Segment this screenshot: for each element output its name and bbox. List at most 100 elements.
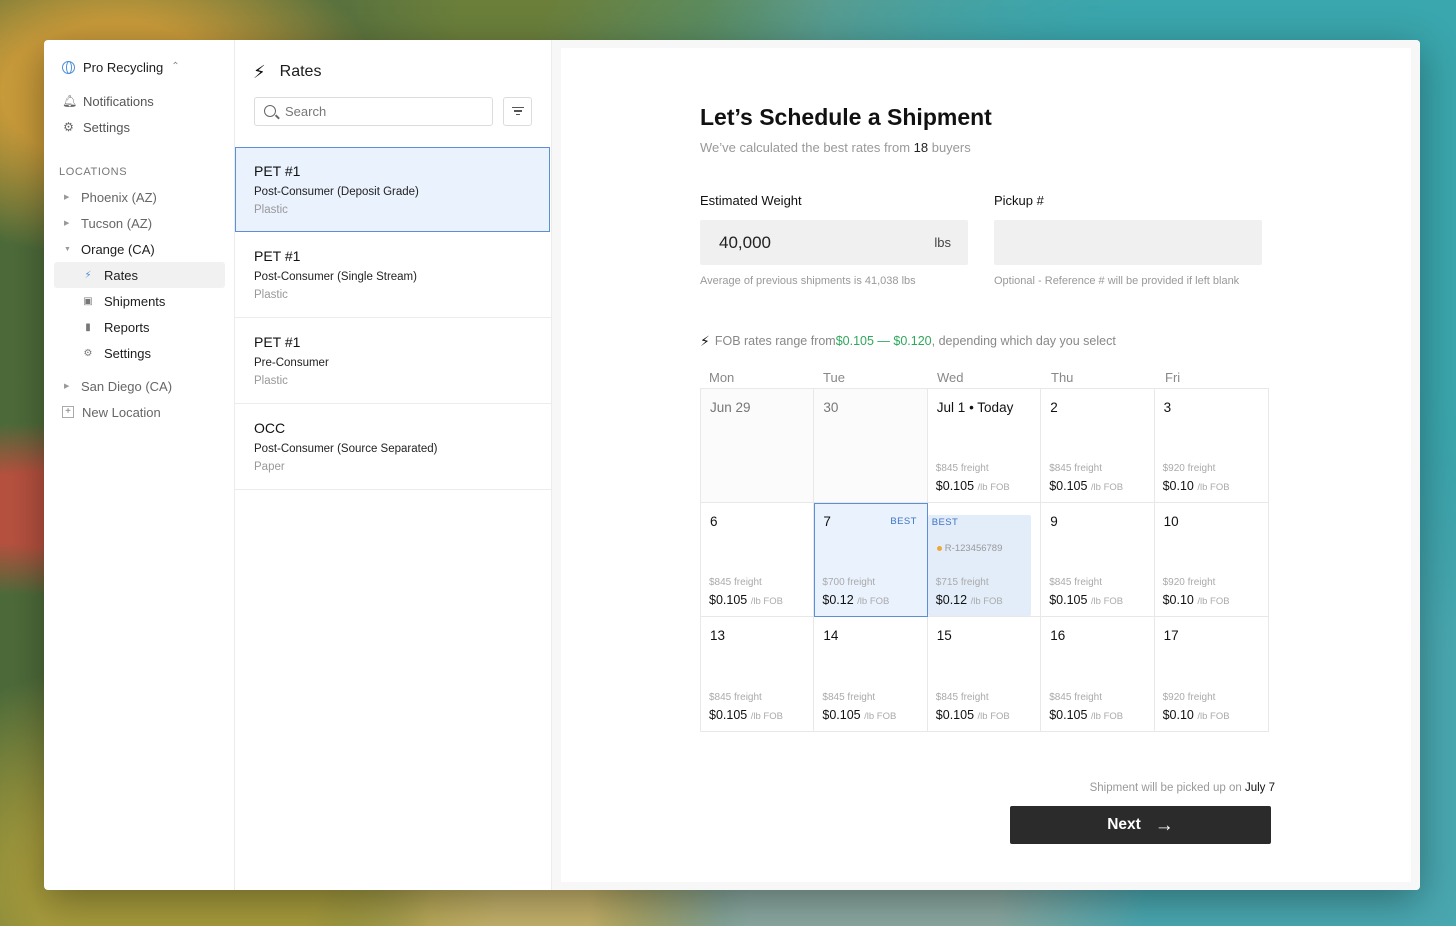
day-number: Jul 1 • Today <box>936 400 1014 415</box>
item-name: OCC <box>254 420 286 436</box>
calendar-day-cell[interactable]: 2 $845 freight $0.105 /lb FOB <box>1041 389 1155 503</box>
price-value: $0.12 <box>935 593 968 607</box>
price-unit: /lb FOB <box>1090 596 1124 607</box>
list-item[interactable]: PET #1 Post-Consumer (Single Stream) Pla… <box>235 232 551 318</box>
status-dot-icon <box>936 546 942 551</box>
price-value: $0.105 <box>709 708 748 722</box>
price-unit: /lb FOB <box>750 596 783 607</box>
price-unit: /lb FOB <box>1197 596 1230 607</box>
calendar-day-cell[interactable]: 8BESTR-123456789$715 freight$0.12 /lb FO… <box>927 503 1042 617</box>
filter-icon <box>511 106 524 109</box>
list-item[interactable]: OCC Post-Consumer (Source Separated) Pap… <box>235 404 551 490</box>
sidebar-item-label: Settings <box>104 345 151 361</box>
truck-icon: ▣ <box>83 295 93 307</box>
item-description: Post-Consumer (Single Stream) <box>254 271 417 283</box>
calendar-day-cell[interactable]: 7 BEST $700 freight $0.12 /lb FOB <box>814 503 928 617</box>
price-value: $0.105 <box>709 593 748 607</box>
price-unit: /lb FOB <box>750 711 783 722</box>
fob-price: $0.105 /lb FOB <box>1049 708 1123 722</box>
plus-icon: + <box>62 406 74 418</box>
pickup-field: Pickup # Optional - Reference # will be … <box>994 193 1262 287</box>
calendar-day-cell[interactable]: Jul 1 • Today $845 freight $0.105 /lb FOB <box>927 389 1042 503</box>
sidebar-item-reports[interactable]: ▮ Reports <box>54 314 225 340</box>
sidebar-item-shipments[interactable]: ▣ Shipments <box>54 288 225 314</box>
subtitle-text: buyers <box>928 140 971 155</box>
new-location-button[interactable]: + New Location <box>44 399 234 425</box>
weekday-label: Fri <box>1165 370 1181 385</box>
calendar-day-cell[interactable]: 15 $845 freight $0.105 /lb FOB <box>928 617 1042 731</box>
freight-cost: $845 freight <box>1049 692 1103 703</box>
weight-label: Estimated Weight <box>700 193 802 208</box>
pickup-note: Shipment will be picked up on July 7 <box>1090 782 1275 794</box>
price-value: $0.10 <box>1162 708 1194 722</box>
bolt-icon: ⚡︎ <box>700 332 710 349</box>
day-number: 15 <box>936 628 952 643</box>
weight-hint: Average of previous shipments is 41,038 … <box>700 275 916 287</box>
calendar-day-cell[interactable]: 3 $920 freight $0.10 /lb FOB <box>1154 389 1268 503</box>
chevron-updown-icon: ⌃ <box>171 61 180 72</box>
filter-icon-line <box>515 113 520 116</box>
freight-cost: $845 freight <box>709 692 762 703</box>
calendar-day-cell[interactable]: 14 $845 freight $0.105 /lb FOB <box>814 617 928 731</box>
pickup-note-text: Shipment will be picked up on <box>1089 782 1245 794</box>
location-tucson[interactable]: ▶ Tucson (AZ) <box>44 210 234 236</box>
caret-right-icon: ▶ <box>64 383 70 390</box>
calendar-day-cell[interactable]: 9 $845 freight $0.105 /lb FOB <box>1041 503 1155 617</box>
location-label: Phoenix (AZ) <box>81 189 157 205</box>
new-location-label: New Location <box>82 404 161 420</box>
calendar-day-cell: 30 <box>814 389 928 503</box>
location-orange[interactable]: ▼ Orange (CA) <box>44 236 234 262</box>
globe-icon <box>62 60 75 74</box>
location-san-diego[interactable]: ▶ San Diego (CA) <box>44 373 234 399</box>
location-phoenix[interactable]: ▶ Phoenix (AZ) <box>44 184 234 210</box>
fob-price: $0.105 /lb FOB <box>1049 479 1123 493</box>
caret-right-icon: ▶ <box>64 220 70 227</box>
freight-cost: $700 freight <box>822 577 876 588</box>
caret-down-icon: ▼ <box>64 245 71 253</box>
list-item[interactable]: PET #1 Post-Consumer (Deposit Grade) Pla… <box>235 147 550 232</box>
calendar-day-cell[interactable]: 16 $845 freight $0.105 /lb FOB <box>1041 617 1155 731</box>
reference-text: R-123456789 <box>944 543 1003 554</box>
arrow-right-icon: → <box>1154 814 1174 836</box>
notifications-link[interactable]: 🔔︎ Notifications <box>44 88 234 114</box>
item-description: Post-Consumer (Source Separated) <box>254 443 438 455</box>
fob-price: $0.10 /lb FOB <box>1163 593 1230 607</box>
price-value: $0.12 <box>822 593 854 607</box>
item-type: Paper <box>254 461 285 473</box>
caret-right-icon: ▶ <box>64 194 70 201</box>
price-value: $0.105 <box>1049 593 1088 607</box>
best-badge: BEST <box>890 516 917 527</box>
freight-cost: $920 freight <box>1162 577 1216 588</box>
calendar-day-cell[interactable]: 6 $845 freight $0.105 /lb FOB <box>701 503 815 617</box>
settings-link[interactable]: ⚙ Settings <box>44 114 234 140</box>
filter-button[interactable] <box>503 96 532 126</box>
price-unit: /lb FOB <box>1197 711 1230 722</box>
pickup-input[interactable] <box>994 220 1262 265</box>
calendar-day-cell[interactable]: 10 $920 freight $0.10 /lb FOB <box>1154 503 1268 617</box>
day-number: 2 <box>1050 400 1058 415</box>
day-number: 16 <box>1050 628 1066 643</box>
item-description: Post-Consumer (Deposit Grade) <box>254 186 419 198</box>
price-unit: /lb FOB <box>970 596 1003 607</box>
day-number: 13 <box>710 628 726 643</box>
weekday-label: Mon <box>709 370 735 385</box>
freight-cost: $920 freight <box>1162 692 1216 703</box>
gear-icon: ⚙ <box>83 347 93 359</box>
search-input[interactable]: Search <box>254 96 493 126</box>
weekday-label: Thu <box>1051 370 1074 385</box>
sidebar-item-label: Reports <box>104 319 150 335</box>
fob-price: $0.105 /lb FOB <box>936 479 1010 493</box>
bell-icon: 🔔︎ <box>62 94 78 108</box>
org-switcher[interactable]: Pro Recycling ⌃ <box>44 58 234 76</box>
calendar-day-cell[interactable]: 17 $920 freight $0.10 /lb FOB <box>1155 617 1268 731</box>
weight-input[interactable]: 40,000 lbs <box>700 220 968 265</box>
calendar-day-cell[interactable]: 13 $845 freight $0.105 /lb FOB <box>701 617 815 731</box>
list-item[interactable]: PET #1 Pre-Consumer Plastic <box>235 318 551 404</box>
sidebar-item-location-settings[interactable]: ⚙ Settings <box>54 340 225 366</box>
sidebar: Pro Recycling ⌃ 🔔︎ Notifications ⚙ Setti… <box>44 40 235 890</box>
price-unit: /lb FOB <box>857 596 890 607</box>
sidebar-item-rates[interactable]: ⚡︎ Rates <box>54 262 225 288</box>
next-button[interactable]: Next → <box>1010 806 1271 844</box>
pickup-label: Pickup # <box>994 193 1044 208</box>
location-label: Tucson (AZ) <box>81 215 153 231</box>
